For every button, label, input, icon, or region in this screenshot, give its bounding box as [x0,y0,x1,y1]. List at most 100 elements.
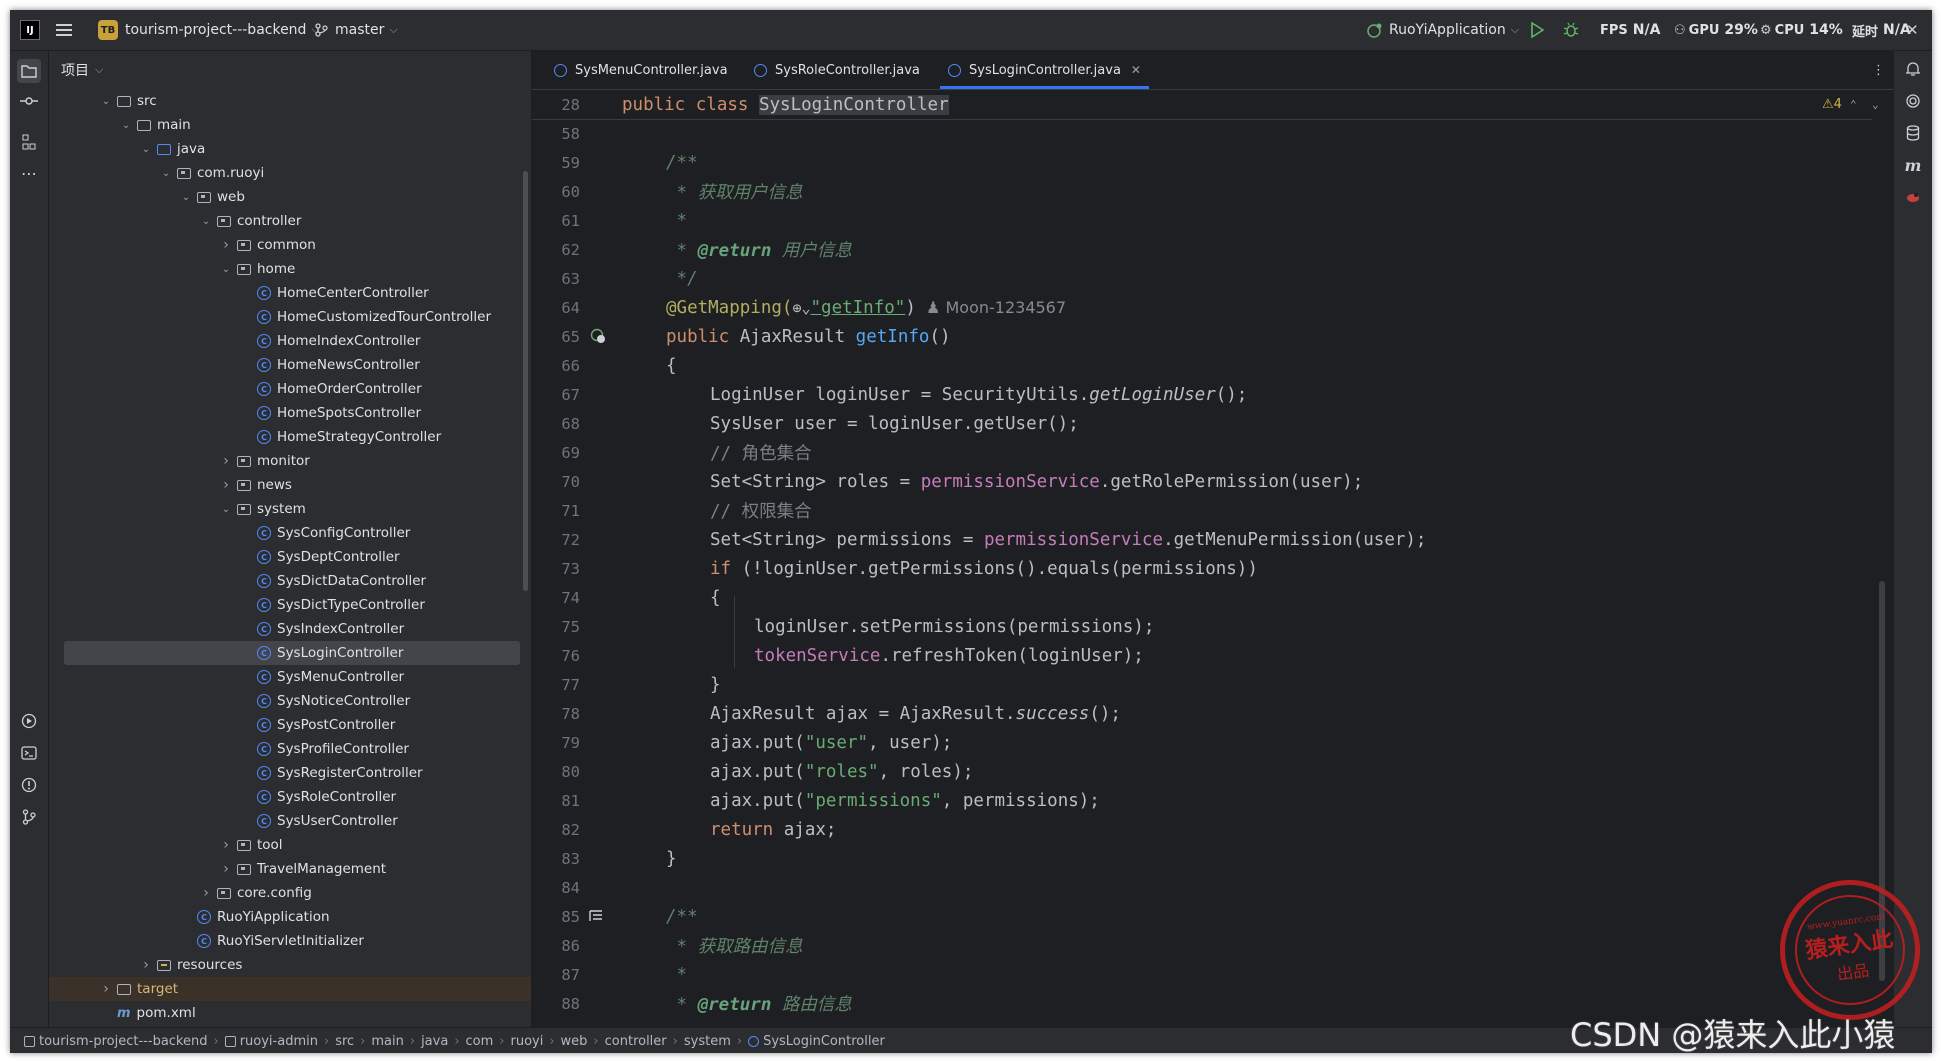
tree-item-homeordercontroller[interactable]: C HomeOrderController [49,377,519,401]
tree-item-controller[interactable]: ⌄ controller [49,209,519,233]
database-button[interactable] [1901,121,1925,145]
breadcrumb-item[interactable]: tourism-project---backend [39,1034,208,1049]
more-tools-button[interactable]: ⋯ [17,161,41,185]
breadcrumb-item[interactable]: system [684,1034,731,1049]
project-panel-header[interactable]: 项目 ⌵ [49,51,531,89]
chevron-right-icon[interactable]: › [199,885,213,901]
chevron-down-icon[interactable]: ⌄ [179,192,193,203]
endpoint-gutter-icon[interactable] [590,328,606,344]
tree-item-syspostcontroller[interactable]: C SysPostController [49,713,519,737]
tree-item-homestrategycontroller[interactable]: C HomeStrategyController [49,425,519,449]
run-config-selector[interactable]: RuoYiApplication ⌵ [1366,10,1519,50]
git-author[interactable]: Moon-1234567 [945,298,1066,317]
chevron-right-icon[interactable]: › [99,981,113,997]
tree-item-com-ruoyi[interactable]: ⌄ com.ruoyi [49,161,519,185]
tree-item-sysindexcontroller[interactable]: C SysIndexController [49,617,519,641]
tab-sysrolecontroller[interactable]: SysRoleController.java [754,51,920,89]
breadcrumb-item[interactable]: java [421,1034,448,1049]
tree-item-homespotscontroller[interactable]: C HomeSpotsController [49,401,519,425]
tree-item-pom-xml[interactable]: m pom.xml [49,1001,519,1025]
project-tool-button[interactable] [17,59,41,83]
project-tree-scrollbar[interactable] [523,171,528,591]
structure-tool-button[interactable] [17,130,41,154]
warning-indicator[interactable]: ⚠4 [1822,97,1842,112]
notifications-button[interactable] [1901,57,1925,81]
tree-item-ruoyiapplication[interactable]: C RuoYiApplication [49,905,519,929]
chevron-down-icon[interactable]: ⌄ [199,216,213,227]
tree-item-sysnoticecontroller[interactable]: C SysNoticeController [49,689,519,713]
tree-item-resources[interactable]: › resources [49,953,519,977]
ai-assistant-button[interactable] [1901,89,1925,113]
tree-item-news[interactable]: › news [49,473,519,497]
tree-item-core-config[interactable]: › core.config [49,881,519,905]
tabs-more-button[interactable]: ⋮ [1872,51,1885,89]
breadcrumb-item[interactable]: ruoyi [510,1034,543,1049]
tree-item-sysmenucontroller[interactable]: C SysMenuController [49,665,519,689]
tree-item-web[interactable]: ⌄ web [49,185,519,209]
chevron-down-icon[interactable]: ⌄ [219,264,233,275]
breadcrumb-item[interactable]: ruoyi-admin [240,1034,318,1049]
tree-item-homecentercontroller[interactable]: C HomeCenterController [49,281,519,305]
services-tool-button[interactable] [17,709,41,733]
endpoint-string[interactable]: "getInfo" [811,298,906,318]
tree-item-sysdictdatacontroller[interactable]: C SysDictDataController [49,569,519,593]
tree-item-sysregistercontroller[interactable]: C SysRegisterController [49,761,519,785]
breadcrumb-item[interactable]: web [561,1034,588,1049]
tree-item-homeindexcontroller[interactable]: C HomeIndexController [49,329,519,353]
main-menu-button[interactable] [56,10,72,50]
chevron-down-icon[interactable]: ⌄ [119,120,133,131]
tree-item-travelmanagement[interactable]: › TravelManagement [49,857,519,881]
tree-item-sysdeptcontroller[interactable]: C SysDeptController [49,545,519,569]
commit-tool-button[interactable] [17,89,41,113]
branch-selector[interactable]: master ⌵ [314,10,398,50]
chevron-right-icon[interactable]: › [219,477,233,493]
endpoint-globe-icon[interactable]: ⊕⌄ [792,299,810,317]
plugin-button[interactable] [1901,185,1925,209]
tree-item-tool[interactable]: › tool [49,833,519,857]
tree-item-sysprofilecontroller[interactable]: C SysProfileController [49,737,519,761]
tree-item-ruoyiservletinitializer[interactable]: C RuoYiServletInitializer [49,929,519,953]
tree-item-src[interactable]: ⌄ src [49,89,519,113]
tab-sysmenucontroller[interactable]: SysMenuController.java [554,51,728,89]
chevron-down-icon[interactable]: ⌄ [159,168,173,179]
tree-item-sysusercontroller[interactable]: C SysUserController [49,809,519,833]
tree-item-sysconfigcontroller[interactable]: C SysConfigController [49,521,519,545]
tab-sysllogincontroller[interactable]: SysLoginController.java ✕ [940,51,1149,89]
chevron-right-icon[interactable]: › [219,861,233,877]
maven-button[interactable]: m [1901,153,1925,177]
tree-item-monitor[interactable]: › monitor [49,449,519,473]
breadcrumb-item[interactable]: main [371,1034,403,1049]
prev-highlight-icon[interactable]: ⌃ [1850,98,1857,111]
tree-item-homenewscontroller[interactable]: C HomeNewsController [49,353,519,377]
breadcrumb-item[interactable]: com [466,1034,494,1049]
chevron-right-icon[interactable]: › [139,957,153,973]
debug-button[interactable] [1563,10,1579,50]
chevron-right-icon[interactable]: › [219,237,233,253]
tree-item-sysdicttypecontroller[interactable]: C SysDictTypeController [49,593,519,617]
close-window-button[interactable]: ✕ [1906,10,1919,50]
code-view[interactable]: 28 public class SysLoginController ⚠4 ⌃ … [532,90,1893,1027]
render-doc-icon[interactable] [588,908,604,924]
tree-item-home[interactable]: ⌄ home [49,257,519,281]
git-tool-button[interactable] [17,805,41,829]
terminal-tool-button[interactable] [17,741,41,765]
sticky-class-header[interactable]: 28 public class SysLoginController ⚠4 ⌃ … [532,90,1879,120]
tree-item-java[interactable]: ⌄ java [49,137,519,161]
tree-item-sysrolecontroller[interactable]: C SysRoleController [49,785,519,809]
chevron-right-icon[interactable]: › [219,837,233,853]
breadcrumb-item[interactable]: controller [605,1034,667,1049]
tree-item-homecustomizedtourcontroller[interactable]: C HomeCustomizedTourController [49,305,519,329]
chevron-down-icon[interactable]: ⌄ [219,504,233,515]
run-button[interactable] [1530,10,1544,50]
method-name[interactable]: getInfo [856,327,930,347]
breadcrumb-item[interactable]: SysLoginController [763,1034,885,1049]
close-tab-icon[interactable]: ✕ [1131,63,1141,77]
project-selector[interactable]: TB tourism-project---backend ⌵ [98,10,320,50]
breadcrumb-item[interactable]: src [335,1034,354,1049]
tree-item-target[interactable]: › target [49,977,531,1001]
tree-item-main[interactable]: ⌄ main [49,113,519,137]
tree-item-syslogincontroller[interactable]: C SysLoginController [64,641,520,665]
tree-item-system[interactable]: ⌄ system [49,497,519,521]
app-logo[interactable]: IJ [20,10,40,50]
chevron-down-icon[interactable]: ⌄ [99,96,113,107]
